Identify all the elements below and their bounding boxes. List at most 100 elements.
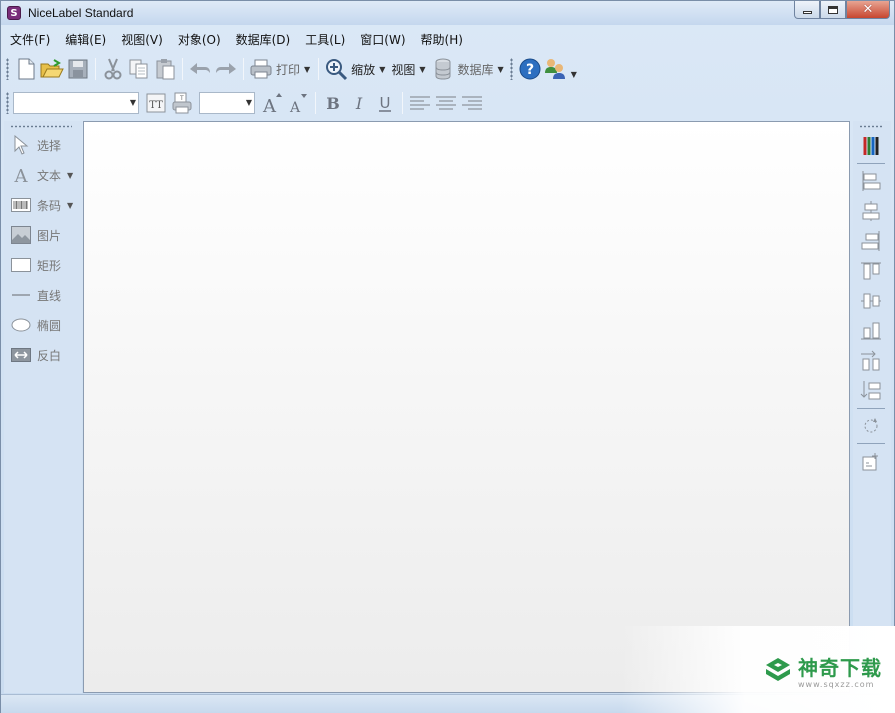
view-dropdown-icon[interactable]: ▼	[419, 65, 425, 74]
database-dropdown-icon[interactable]: ▼	[498, 65, 504, 74]
help-button[interactable]: ?	[517, 56, 543, 82]
align-right-edges-button[interactable]	[857, 228, 885, 254]
toolbar-overflow-icon[interactable]: ▼	[571, 70, 577, 79]
tool-barcode-dropdown-icon[interactable]: ▼	[67, 201, 73, 210]
zoom-dropdown-icon[interactable]: ▼	[379, 65, 385, 74]
print-button[interactable]	[248, 56, 274, 82]
toolbox-grip[interactable]	[10, 125, 72, 128]
toolbar-separator	[243, 58, 244, 80]
shrink-font-button[interactable]: A	[285, 90, 311, 116]
save-button[interactable]	[65, 56, 91, 82]
view-label[interactable]: 视图	[391, 61, 415, 78]
tool-inverse[interactable]: 反白	[10, 343, 82, 367]
tool-label: 反白	[37, 348, 62, 363]
minimize-button[interactable]	[794, 1, 820, 19]
format-toolbar: ▼ TT T ▼ A A B I U	[6, 89, 485, 117]
object-properties-icon	[862, 453, 878, 471]
app-logo-icon[interactable]: S	[7, 6, 21, 20]
scissors-icon	[104, 58, 122, 80]
users-button[interactable]	[543, 56, 569, 82]
menu-edit[interactable]: 编辑(E)	[59, 31, 112, 48]
window-title: NiceLabel Standard	[28, 6, 134, 20]
database-label[interactable]: 数据库	[458, 61, 494, 78]
redo-arrow-icon	[216, 63, 236, 74]
zoom-label[interactable]: 缩放	[351, 61, 375, 78]
align-left-button[interactable]	[407, 90, 433, 116]
tool-label: 椭圆	[37, 318, 62, 333]
toolbar-grip[interactable]	[509, 58, 513, 80]
ellipse-icon	[11, 318, 31, 332]
align-horizontal-center-button[interactable]	[857, 198, 885, 224]
distribute-horizontal-icon	[861, 350, 880, 371]
menu-window[interactable]: 窗口(W)	[354, 31, 411, 48]
minimize-icon	[802, 11, 812, 14]
zoom-button[interactable]	[323, 56, 349, 82]
font-size-combo[interactable]: ▼	[199, 92, 255, 114]
align-right-button[interactable]	[459, 90, 485, 116]
maximize-button[interactable]	[820, 1, 846, 19]
tool-picture[interactable]: 图片	[10, 223, 82, 247]
underline-button[interactable]: U	[372, 90, 398, 116]
align-bottom-edges-icon	[861, 322, 881, 340]
menu-view[interactable]: 视图(V)	[115, 31, 169, 48]
alignment-panel	[853, 121, 891, 693]
align-horizontal-center-icon	[862, 201, 880, 221]
menu-object[interactable]: 对象(O)	[172, 31, 227, 48]
svg-text:U: U	[380, 94, 391, 112]
font-printer-button[interactable]: T	[169, 90, 195, 116]
database-button[interactable]	[430, 56, 456, 82]
cut-button[interactable]	[100, 56, 126, 82]
print-dropdown-icon[interactable]: ▼	[304, 65, 310, 74]
grow-font-button[interactable]: A	[259, 90, 285, 116]
tool-line[interactable]: 直线	[10, 283, 82, 307]
redo-button[interactable]	[213, 56, 239, 82]
tool-ellipse[interactable]: 椭圆	[10, 313, 82, 337]
new-button[interactable]	[13, 56, 39, 82]
font-name-combo[interactable]: ▼	[13, 92, 139, 114]
align-vertical-center-button[interactable]	[857, 288, 885, 314]
watermark: 神奇下载 www.sqxzz.com	[621, 626, 895, 713]
tool-rectangle[interactable]: 矩形	[10, 253, 82, 277]
svg-text:I: I	[355, 94, 363, 112]
alignment-grip[interactable]	[859, 125, 883, 128]
toolbar-grip[interactable]	[6, 58, 9, 80]
menu-help[interactable]: 帮助(H)	[415, 31, 469, 48]
panel-separator	[857, 163, 885, 164]
print-label[interactable]: 打印	[276, 61, 300, 78]
toolbar-grip[interactable]	[6, 92, 9, 114]
align-top-edges-button[interactable]	[857, 258, 885, 284]
tool-barcode[interactable]: 条码 ▼	[10, 193, 82, 217]
align-center-button[interactable]	[433, 90, 459, 116]
bold-button[interactable]: B	[320, 90, 346, 116]
menu-tools[interactable]: 工具(L)	[299, 31, 351, 48]
label-design-canvas[interactable]	[83, 121, 850, 693]
open-button[interactable]	[39, 56, 65, 82]
font-style-button[interactable]: TT	[143, 90, 169, 116]
align-left-edges-button[interactable]	[857, 168, 885, 194]
paste-button[interactable]	[152, 56, 178, 82]
tool-label: 图片	[37, 228, 62, 243]
align-top-edges-icon	[861, 262, 881, 280]
undo-button[interactable]	[187, 56, 213, 82]
tool-label: 文本	[37, 168, 62, 183]
tool-select[interactable]: 选择	[10, 133, 82, 157]
menu-database[interactable]: 数据库(D)	[230, 31, 297, 48]
svg-text:TT: TT	[149, 100, 163, 111]
svg-text:B: B	[326, 94, 340, 112]
rotate-button[interactable]	[857, 413, 885, 439]
menu-file[interactable]: 文件(F)	[4, 31, 56, 48]
italic-button[interactable]: I	[346, 90, 372, 116]
object-properties-button[interactable]	[857, 449, 885, 475]
tool-text[interactable]: A 文本 ▼	[10, 163, 82, 187]
title-bar[interactable]: S NiceLabel Standard ✕	[1, 1, 894, 25]
align-bottom-edges-button[interactable]	[857, 318, 885, 344]
close-button[interactable]: ✕	[846, 1, 890, 19]
color-pens-button[interactable]	[857, 133, 885, 159]
distribute-vertical-button[interactable]	[857, 378, 885, 404]
printer-icon	[250, 59, 272, 79]
svg-text:T: T	[179, 95, 184, 102]
tool-text-dropdown-icon[interactable]: ▼	[67, 171, 73, 180]
distribute-horizontal-button[interactable]	[857, 348, 885, 374]
copy-button[interactable]	[126, 56, 152, 82]
users-group-icon	[544, 59, 565, 79]
